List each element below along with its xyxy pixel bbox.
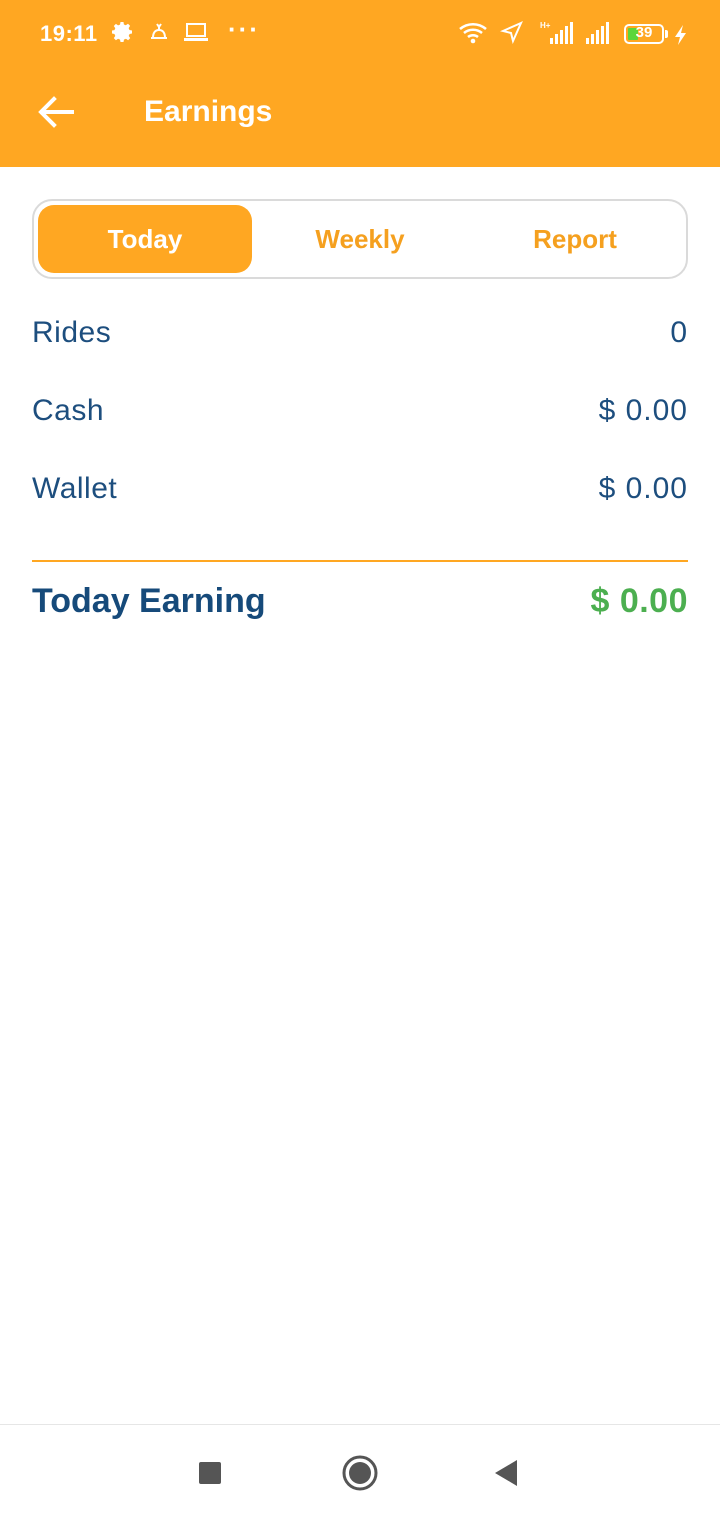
back-nav-button[interactable] xyxy=(493,1459,519,1492)
wallet-label: Wallet xyxy=(32,472,118,505)
back-button[interactable] xyxy=(32,88,80,136)
bell-icon xyxy=(147,20,171,49)
back-triangle-icon xyxy=(495,1460,517,1486)
arrow-left-icon xyxy=(38,96,74,128)
svg-text:H+: H+ xyxy=(540,21,551,30)
page-title: Earnings xyxy=(144,95,273,128)
battery-level: 39 xyxy=(635,24,653,41)
wifi-icon xyxy=(458,20,490,51)
status-bar: 19:11 ··· H+ 39 xyxy=(0,0,720,70)
battery-tip xyxy=(665,30,668,38)
app-bar: 19:11 ··· H+ 39 Earnings xyxy=(0,0,720,167)
gear-icon xyxy=(111,20,135,49)
laptop-icon xyxy=(183,20,209,49)
tab-report[interactable]: Report xyxy=(468,205,682,273)
rides-label: Rides xyxy=(32,316,112,349)
location-arrow-icon xyxy=(499,20,524,49)
recents-square-icon xyxy=(199,1462,221,1484)
tab-today[interactable]: Today xyxy=(38,205,252,273)
total-value: $ 0.00 xyxy=(590,582,688,620)
cash-value: $ 0.00 xyxy=(598,394,688,427)
recents-button[interactable] xyxy=(198,1461,222,1490)
total-row: Today Earning $ 0.00 xyxy=(32,582,688,632)
signal-icon xyxy=(584,20,614,51)
charging-icon xyxy=(672,24,690,51)
total-label: Today Earning xyxy=(32,582,266,620)
wallet-value: $ 0.00 xyxy=(598,472,688,505)
battery-icon: 39 xyxy=(624,24,664,44)
signal-icon: H+ xyxy=(538,20,576,51)
rides-value: 0 xyxy=(670,316,688,349)
rides-row: Rides 0 xyxy=(32,316,688,366)
system-nav-bar xyxy=(0,1424,720,1521)
earnings-tab-bar: Today Weekly Report xyxy=(32,199,688,279)
status-time: 19:11 xyxy=(40,21,98,46)
wallet-row: Wallet $ 0.00 xyxy=(32,472,688,522)
cash-label: Cash xyxy=(32,394,105,427)
total-divider xyxy=(32,560,688,562)
more-dots-icon: ··· xyxy=(228,14,260,44)
home-button[interactable] xyxy=(341,1454,379,1497)
tab-weekly[interactable]: Weekly xyxy=(253,205,467,273)
cash-row: Cash $ 0.00 xyxy=(32,394,688,444)
home-circle-icon xyxy=(342,1455,378,1491)
